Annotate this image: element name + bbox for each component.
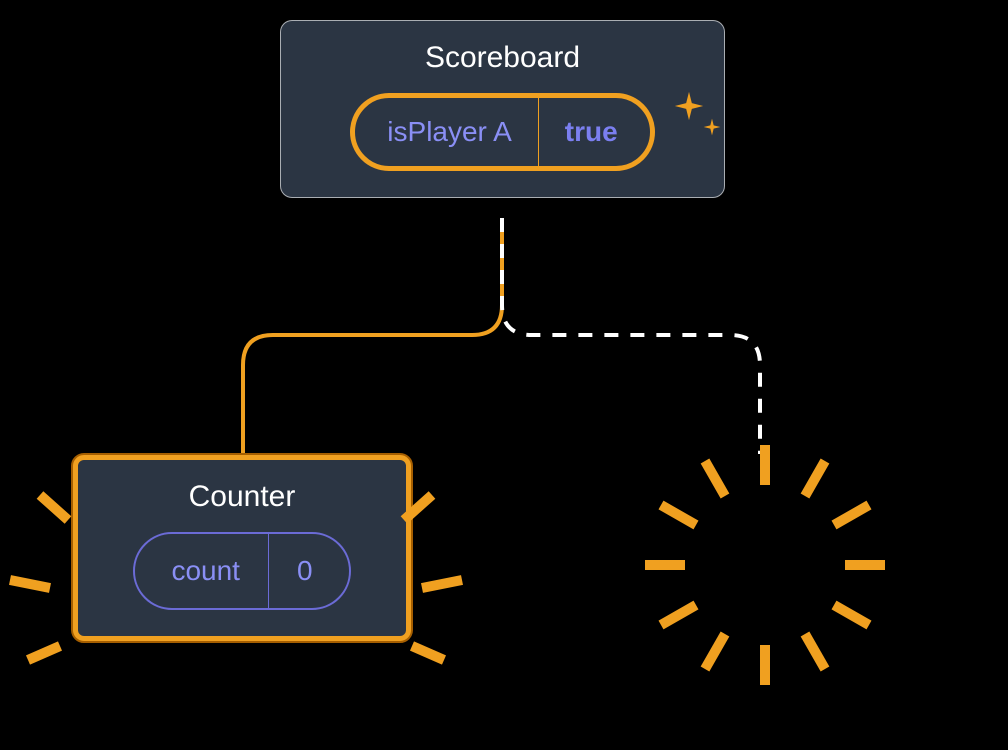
counter-title: Counter — [108, 480, 376, 514]
state-value: 0 — [269, 534, 349, 608]
state-label: isPlayer A — [355, 98, 539, 166]
scoreboard-state-pill: isPlayer A true — [350, 93, 654, 171]
diagram-canvas: Scoreboard isPlayer A true Counter count… — [0, 0, 1008, 750]
scoreboard-title: Scoreboard — [311, 41, 694, 75]
state-value: true — [539, 98, 650, 166]
state-label: count — [135, 534, 269, 608]
burst-icon — [620, 420, 910, 710]
counter-state-pill: count 0 — [133, 532, 350, 610]
sparkle-icon — [702, 117, 722, 137]
sparkle-icon — [672, 89, 706, 123]
scoreboard-node: Scoreboard isPlayer A true — [280, 20, 725, 198]
counter-node: Counter count 0 — [72, 454, 412, 642]
